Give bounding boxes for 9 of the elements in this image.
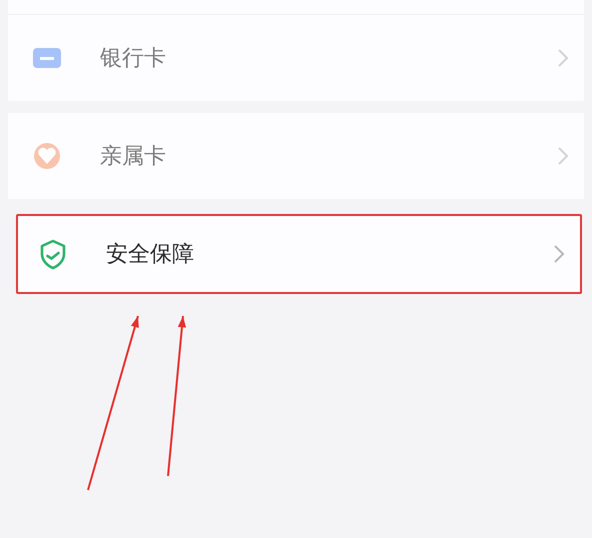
menu-item[interactable]: 安全保障 [16, 214, 582, 294]
menu-item[interactable]: 银行卡 [8, 15, 584, 101]
item-label: 亲属卡 [100, 143, 167, 171]
item-label: 银行卡 [100, 45, 167, 73]
menu-item[interactable]: 亲属卡 [8, 113, 584, 199]
item-label: 安全保障 [106, 241, 195, 269]
chevron-icon [556, 145, 570, 167]
chevron-icon [552, 243, 566, 265]
chevron-icon [556, 47, 570, 69]
